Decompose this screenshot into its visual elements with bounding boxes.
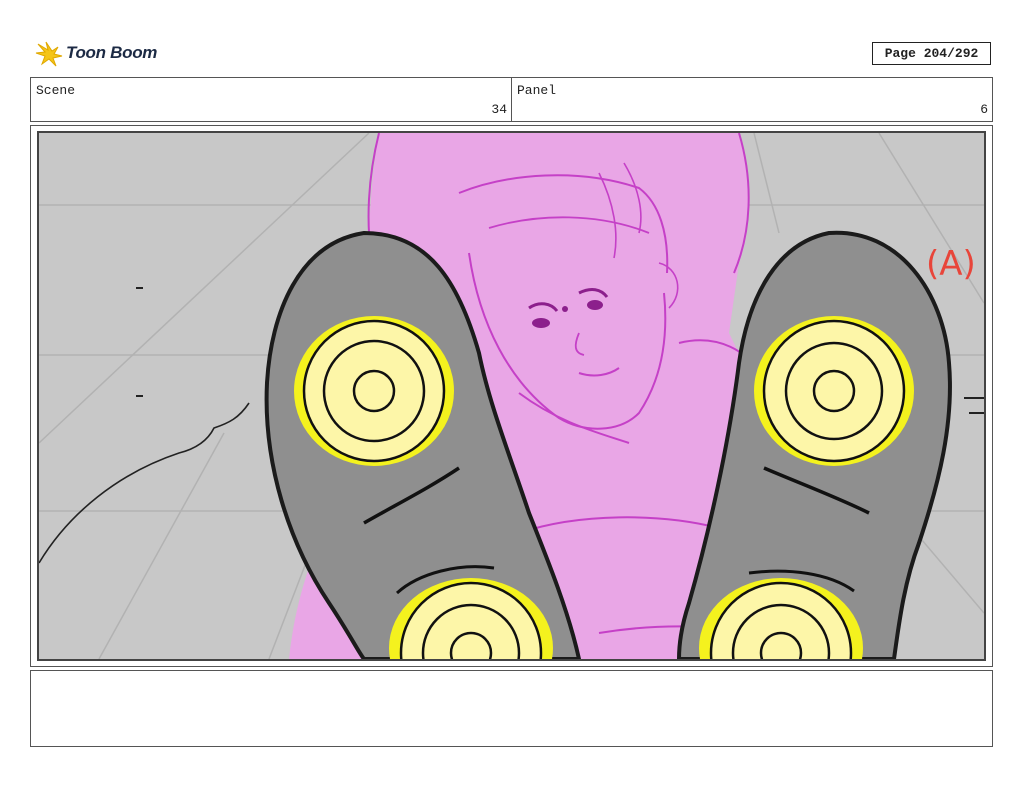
panel-frame: (A)	[30, 125, 993, 667]
panel-notes	[30, 670, 993, 747]
scene-label: Scene	[36, 83, 76, 98]
panel-annotation: (A)	[926, 244, 976, 284]
storyboard-drawing: (A)	[37, 131, 986, 661]
page-indicator: Page 204/292	[872, 42, 991, 65]
storyboard-sketch: (A)	[39, 133, 984, 659]
toon-boom-logo: Toon Boom	[34, 38, 164, 70]
scene-panel-info: Scene 34 Panel 6	[30, 77, 993, 122]
panel-number: 6	[980, 102, 988, 117]
scene-cell: Scene 34	[31, 78, 511, 121]
logo-star-icon	[35, 41, 63, 67]
panel-label: Panel	[517, 83, 557, 98]
panel-cell: Panel 6	[511, 78, 992, 121]
logo-text: Toon Boom	[66, 43, 158, 62]
scene-number: 34	[491, 102, 507, 117]
